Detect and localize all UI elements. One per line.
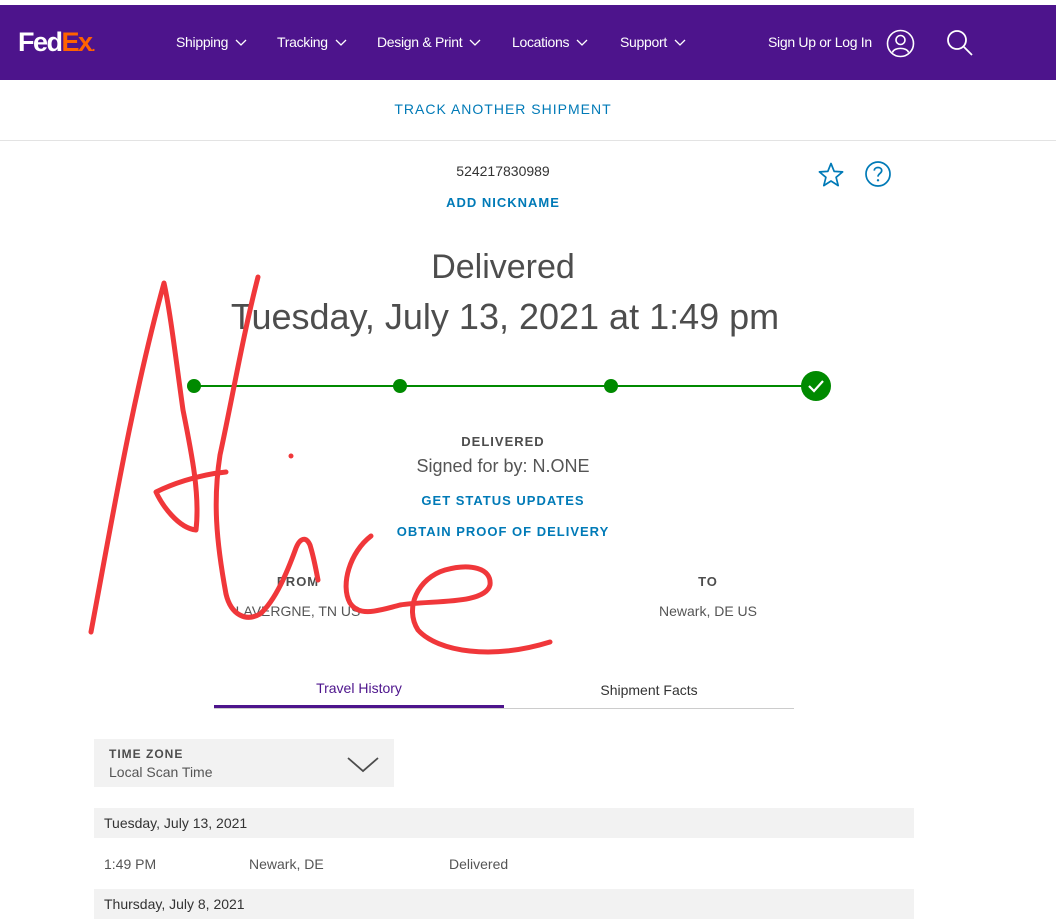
logo-dot: .	[91, 38, 96, 54]
history-day-header: Thursday, July 8, 2021	[94, 889, 914, 919]
history-event-row: 1:49 PM Newark, DE Delivered	[94, 848, 914, 880]
progress-step-3	[604, 379, 618, 393]
logo-fed-text: Fed	[18, 27, 63, 57]
fedex-logo[interactable]: FedEx.	[18, 27, 96, 61]
chevron-down-icon	[235, 39, 247, 46]
status-label: DELIVERED	[461, 434, 545, 449]
top-navigation-bar: FedEx. Shipping Tracking Design & Print …	[0, 0, 1056, 80]
delivery-date: Tuesday, July 13, 2021 at 1:49 pm	[230, 296, 780, 337]
chevron-down-icon	[674, 39, 686, 46]
account-icon[interactable]	[886, 29, 915, 58]
add-nickname-link[interactable]: ADD NICKNAME	[0, 195, 1006, 210]
obtain-proof-of-delivery-link[interactable]: OBTAIN PROOF OF DELIVERY	[0, 524, 1006, 539]
history-day-date: Tuesday, July 13, 2021	[104, 815, 248, 831]
chevron-down-icon	[469, 39, 481, 46]
nav-locations[interactable]: Locations	[512, 33, 588, 51]
signed-for: Signed for by: N.ONE	[416, 456, 590, 476]
event-location: Newark, DE	[249, 856, 324, 872]
logo-ex-text: Ex	[61, 27, 94, 57]
tab-travel-history[interactable]: Travel History	[214, 670, 504, 708]
from-location: LAVERGNE, TN US	[235, 603, 361, 619]
search-icon[interactable]	[946, 29, 974, 57]
sign-in-link[interactable]: Sign Up or Log In	[768, 33, 872, 51]
nav-shipping-label: Shipping	[176, 34, 229, 50]
time-zone-select[interactable]: TIME ZONE Local Scan Time	[94, 739, 394, 787]
nav-tracking[interactable]: Tracking	[277, 33, 347, 51]
track-another-bar: TRACK ANOTHER SHIPMENT	[0, 80, 1056, 141]
event-time: 1:49 PM	[104, 856, 157, 872]
star-icon[interactable]	[817, 161, 845, 189]
top-edge-strip	[0, 0, 1056, 5]
help-icon[interactable]	[864, 160, 892, 188]
history-day-header: Tuesday, July 13, 2021	[94, 808, 914, 838]
to-label: TO	[698, 574, 718, 589]
nav-design-print-label: Design & Print	[377, 34, 463, 50]
detail-tabs: Travel History Shipment Facts	[214, 670, 794, 709]
nav-shipping[interactable]: Shipping	[176, 33, 247, 51]
get-status-updates-link[interactable]: GET STATUS UPDATES	[0, 493, 1006, 508]
progress-step-1	[187, 379, 201, 393]
chevron-down-icon	[576, 39, 588, 46]
time-zone-value: Local Scan Time	[109, 764, 213, 780]
shipment-progress-bar	[187, 371, 831, 401]
progress-step-final	[801, 371, 831, 401]
progress-step-2	[393, 379, 407, 393]
from-label: FROM	[276, 574, 320, 589]
track-another-shipment-link[interactable]: TRACK ANOTHER SHIPMENT	[0, 101, 1006, 117]
nav-support[interactable]: Support	[620, 33, 686, 51]
tab-shipment-facts[interactable]: Shipment Facts	[504, 670, 794, 708]
to-location: Newark, DE US	[658, 603, 758, 619]
chevron-down-icon	[335, 39, 347, 46]
event-status: Delivered	[449, 856, 509, 872]
nav-locations-label: Locations	[512, 34, 570, 50]
nav-support-label: Support	[620, 34, 667, 50]
chevron-down-icon	[347, 757, 379, 773]
time-zone-label: TIME ZONE	[109, 747, 184, 761]
nav-design-print[interactable]: Design & Print	[377, 33, 481, 51]
delivery-status: Delivered	[431, 248, 575, 286]
tracking-number: 524217830989	[456, 163, 550, 179]
history-day-date: Thursday, July 8, 2021	[104, 896, 245, 912]
nav-tracking-label: Tracking	[277, 34, 328, 50]
